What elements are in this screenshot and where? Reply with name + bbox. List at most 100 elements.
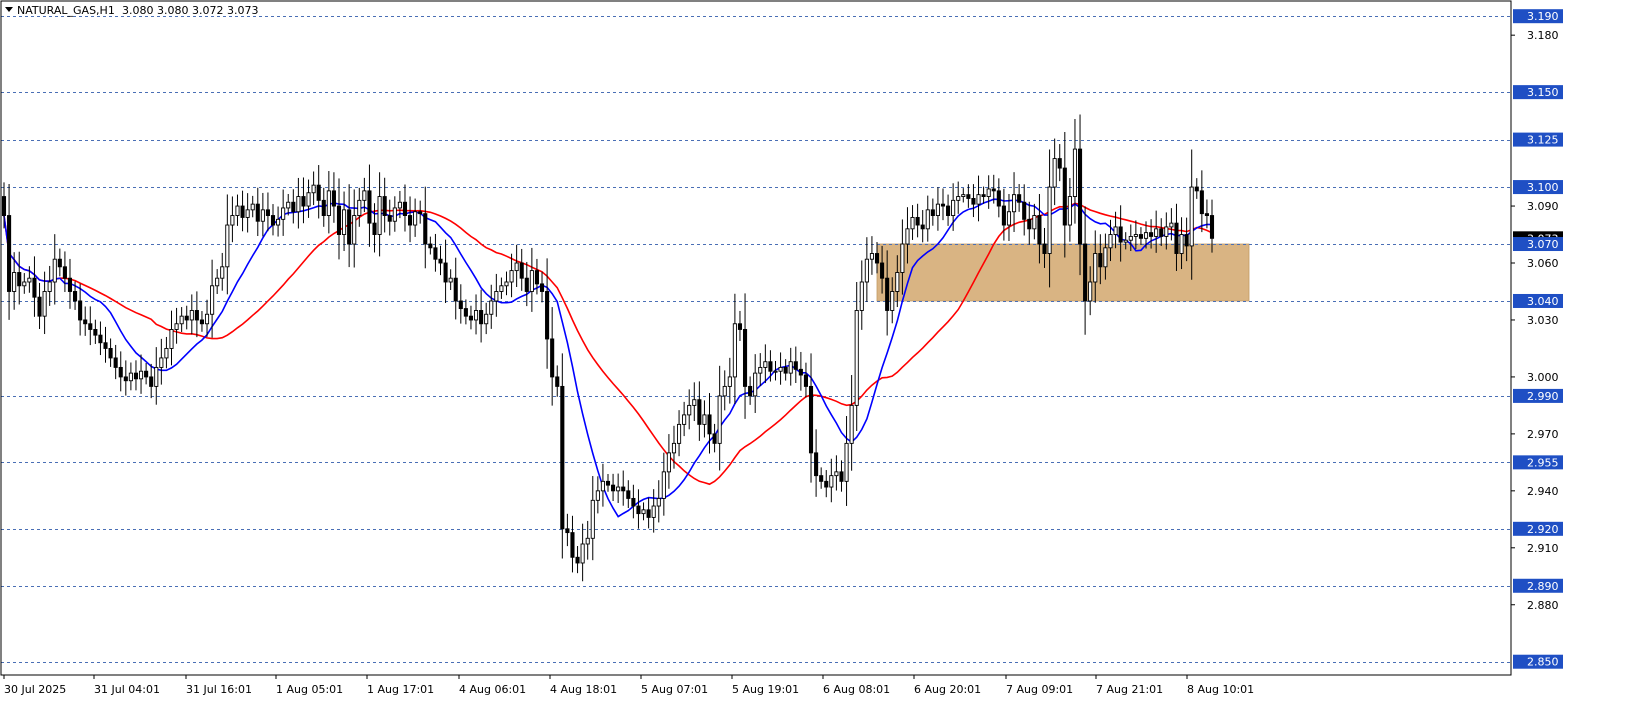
candle-body-down (418, 211, 423, 215)
candle-body-up (128, 372, 133, 382)
candle-body-up (12, 272, 17, 292)
candle-body-down (539, 283, 545, 292)
candle-body-down (1184, 234, 1189, 247)
candle-body-down (626, 490, 631, 499)
candle-body-down (463, 308, 468, 317)
candle-body-up (773, 370, 778, 373)
candle-body-down (382, 196, 387, 216)
candle-body-down (133, 372, 139, 380)
candle-body-up (687, 404, 692, 416)
candle-body-up (671, 442, 677, 454)
candle-body-down (646, 509, 651, 518)
candle-body-up (42, 291, 47, 317)
candle-body-down (1057, 158, 1062, 169)
candle-body-up (230, 215, 235, 226)
candle-body-up (834, 471, 839, 477)
candle-body-down (991, 188, 996, 192)
candle-body-down (880, 262, 885, 279)
candle-body-down (1, 196, 7, 216)
y-tick-label: 3.180 (1527, 29, 1559, 42)
candle-body-up (245, 209, 250, 218)
candle-body-up (281, 207, 286, 220)
candle-body-up (890, 291, 895, 311)
candle-body-down (915, 216, 920, 226)
candle-body-down (199, 319, 204, 325)
candle-body-down (697, 399, 702, 425)
candle-body-down (7, 215, 12, 292)
candle-body-up (286, 201, 291, 209)
candle-body-up (900, 243, 905, 273)
candle-body-up (1047, 186, 1052, 254)
candle-body-up (210, 285, 215, 315)
candle-body-up (925, 209, 930, 230)
x-tick-label: 4 Aug 18:01 (550, 683, 617, 696)
candle-body-up (758, 366, 763, 374)
candle-body-down (423, 213, 428, 245)
y-tick-label: 3.060 (1527, 257, 1559, 270)
candle-body-up (753, 372, 758, 397)
candle-body-up (1113, 226, 1118, 235)
zone-rect (876, 243, 1250, 302)
x-tick-label: 30 Jul 2025 (4, 683, 66, 696)
x-tick-label: 1 Aug 05:01 (276, 683, 343, 696)
candle-body-up (590, 499, 595, 539)
candle-body-up (1012, 194, 1017, 213)
candle-body-up (976, 194, 981, 205)
candle-body-up (717, 395, 722, 444)
candle-body-down (1001, 205, 1006, 226)
candle-body-up (342, 209, 347, 235)
candle-body-down (996, 190, 1001, 207)
candle-body-down (874, 253, 880, 264)
candle-body-up (666, 452, 671, 473)
candle-body-up (727, 376, 732, 387)
candle-body-up (1128, 235, 1133, 241)
candle-body-up (910, 216, 915, 230)
candle-body-down (479, 310, 484, 325)
y-tick-label: 2.970 (1527, 428, 1559, 441)
candle-body-up (1103, 247, 1108, 268)
candle-body-up (1072, 148, 1078, 198)
candle-body-up (1179, 234, 1184, 254)
candle-body-up (1123, 239, 1128, 243)
candle-body-up (220, 266, 225, 279)
candle-body-down (920, 224, 925, 230)
candle-body-down (428, 243, 433, 249)
candle-body-down (930, 209, 935, 216)
candle-body-up (859, 281, 864, 311)
level-tag-9: 2.890 (1527, 580, 1559, 593)
candle-body-down (17, 272, 22, 287)
candle-body-up (499, 285, 504, 292)
candle-body-down (824, 480, 829, 488)
candle-body-up (864, 258, 869, 283)
x-tick-label: 5 Aug 07:01 (641, 683, 708, 696)
candle-body-up (504, 281, 509, 287)
candle-body-down (1062, 167, 1067, 226)
candle-body-up (235, 205, 240, 216)
candle-body-down (742, 329, 748, 387)
candle-body-down (712, 433, 717, 444)
candle-body-up (169, 329, 174, 349)
candle-body-up (788, 361, 793, 374)
candle-body-down (316, 184, 321, 201)
candle-body-down (144, 370, 149, 378)
candle-body-up (306, 192, 311, 207)
candle-body-up (829, 475, 834, 488)
candle-body-up (392, 207, 397, 222)
candle-body-up (1133, 234, 1138, 237)
candle-body-up (484, 313, 489, 325)
candle-body-up (600, 480, 605, 492)
candle-body-down (1083, 243, 1088, 302)
y-tick-label: 3.090 (1527, 200, 1559, 213)
x-tick-label: 7 Aug 09:01 (1006, 683, 1073, 696)
candle-body-up (189, 310, 194, 321)
candle-body-up (1067, 196, 1072, 226)
candle-body-up (895, 272, 900, 292)
candle-body-up (250, 203, 255, 211)
candle-body-up (164, 347, 169, 359)
x-tick-label: 5 Aug 19:01 (732, 683, 799, 696)
candle-body-down (321, 199, 326, 216)
candle-body-down (814, 452, 819, 477)
candle-body-down (336, 205, 342, 235)
level-tag-10: 2.850 (1527, 656, 1559, 669)
level-tag-4: 3.070 (1527, 238, 1559, 251)
